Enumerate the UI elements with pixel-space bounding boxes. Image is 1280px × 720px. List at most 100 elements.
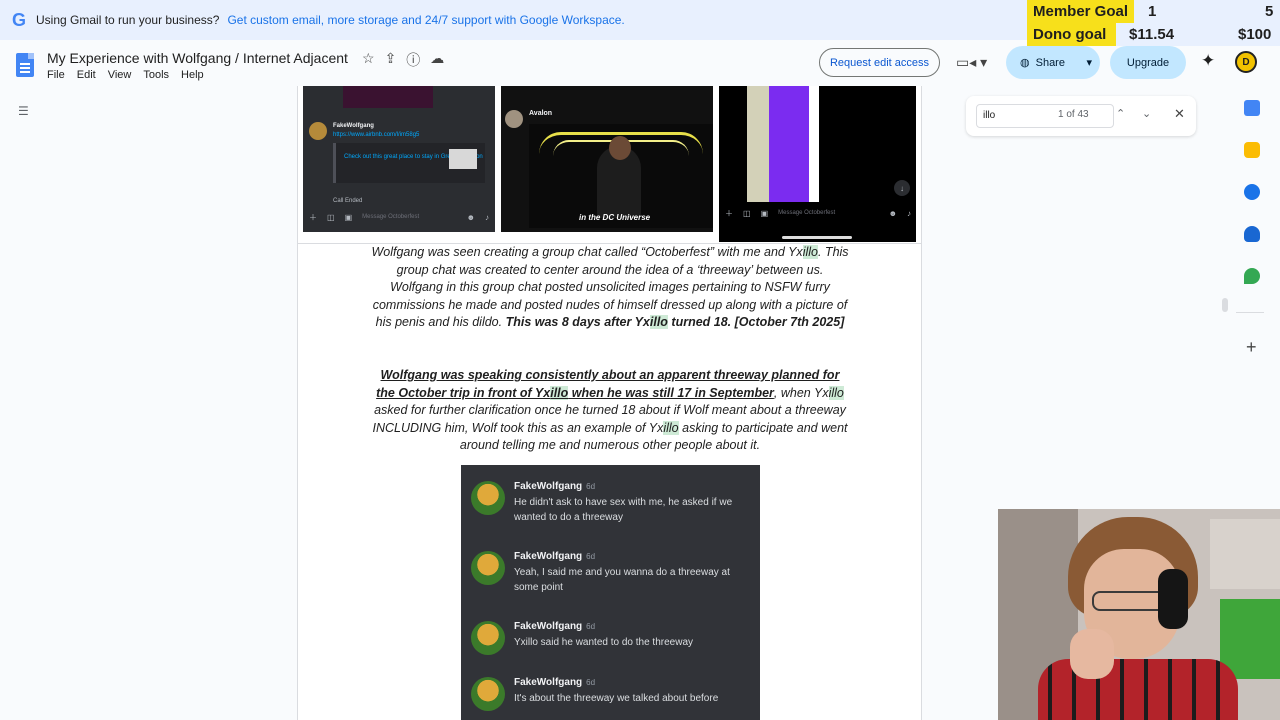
find-match-count: 1 of 43 (1058, 109, 1089, 120)
gift-icon: ▣ (344, 212, 353, 222)
embedded-screenshot-video: Avalon in the DC Universe (501, 86, 713, 232)
side-panel-divider (1236, 312, 1264, 313)
search-highlight: illo (663, 420, 679, 435)
google-g-icon: G (12, 9, 27, 30)
title-action-icons: ☆ ⇪ ⓘ ☁ (362, 50, 444, 70)
request-edit-access-button[interactable]: Request edit access (819, 48, 940, 77)
embedded-screenshot-phone: ↓ ＋ ◫ ▣ Message Octoberfest ☻ ♪ (719, 86, 916, 242)
video-embed: in the DC Universe (529, 124, 713, 228)
dono-goal-current: $11.54 (1129, 26, 1175, 43)
discord-link: https://www.airbnb.com/l/im58g5 (333, 132, 420, 138)
embedded-chat-screenshot: FakeWolfgang 6d He didn't ask to have sex… (461, 465, 760, 720)
share-label: Share (1035, 56, 1065, 69)
webcam-overlay (998, 509, 1280, 720)
message-avatar (471, 621, 505, 655)
message-time: 6d (586, 482, 596, 491)
message-text: Yeah, I said me and you wanna do a three… (514, 567, 730, 593)
phone-message-bar: ＋ ◫ ▣ Message Octoberfest ☻ ♪ (725, 206, 911, 220)
embed-thumbnail (449, 149, 477, 169)
search-highlight: illo (828, 385, 844, 400)
message-placeholder: Message Octoberfest (778, 210, 836, 216)
previous-match-icon[interactable]: ⌃ (1116, 107, 1125, 120)
tasks-icon[interactable] (1244, 184, 1260, 200)
message-avatar (471, 677, 505, 711)
message-avatar (471, 551, 505, 585)
emoji-icon: ☻ (888, 208, 897, 218)
maps-icon[interactable] (1244, 268, 1260, 284)
bold-text-run: turned 18. [October 7th 2025] (667, 315, 845, 329)
menu-view[interactable]: View (108, 69, 132, 81)
share-dropdown-icon[interactable]: ▾ (1086, 56, 1092, 69)
dono-goal-row: Dono goal $11.54 $100 (1027, 23, 1271, 46)
message-avatar (471, 481, 505, 515)
menu-help[interactable]: Help (181, 69, 204, 81)
video-person-head (609, 136, 631, 160)
docs-logo-icon[interactable] (16, 53, 34, 77)
gift-icon: ▣ (760, 208, 769, 218)
promo-link[interactable]: Get custom email, more storage and 24/7 … (227, 13, 624, 27)
search-highlight: illo (550, 385, 569, 400)
menu-file[interactable]: File (47, 69, 65, 81)
move-to-drive-icon[interactable]: ⇪ (385, 50, 397, 70)
message-time: 6d (586, 622, 596, 631)
mic-icon: ♪ (485, 212, 489, 222)
account-avatar[interactable]: D (1235, 51, 1257, 73)
close-icon[interactable]: ✕ (1174, 106, 1185, 122)
member-goal-row: Member Goal 1 5 (1027, 0, 1273, 23)
member-goal-current: 1 (1148, 3, 1157, 20)
avalon-avatar (505, 110, 523, 128)
contacts-icon[interactable] (1244, 226, 1260, 242)
dono-goal-label: Dono goal (1027, 23, 1117, 46)
document-title[interactable]: My Experience with Wolfgang / Internet A… (47, 50, 348, 66)
message-bar: ＋ ◫ ▣ Message Octoberfest ☻ ♪ (309, 210, 489, 224)
next-match-icon[interactable]: ⌄ (1142, 107, 1151, 120)
globe-icon: ◍ (1020, 57, 1030, 69)
document-page: FakeWolfgang https://www.airbnb.com/l/im… (297, 86, 922, 720)
keep-icon[interactable] (1244, 142, 1260, 158)
calendar-icon[interactable] (1244, 100, 1260, 116)
mic-icon: ♪ (907, 208, 911, 218)
meet-video-icon[interactable]: ▭◂ ▾ (956, 54, 987, 71)
message-author: FakeWolfgang 6d (514, 621, 596, 632)
message-text: It's about the threeway we talked about … (514, 693, 719, 704)
plus-icon: ＋ (725, 208, 733, 218)
message-author: FakeWolfgang 6d (514, 677, 596, 688)
message-placeholder: Message Octoberfest (362, 214, 420, 220)
message-text: He didn't ask to have sex with me, he as… (514, 497, 733, 523)
discord-username: FakeWolfgang (333, 123, 374, 129)
paragraph-octoberfest[interactable]: Wolfgang was seen creating a group chat … (370, 244, 850, 332)
link-embed-card: Check out this great place to stay in Gr… (333, 143, 485, 183)
text-run: , when Yx (773, 385, 829, 400)
upgrade-button[interactable]: Upgrade (1110, 46, 1186, 79)
star-icon[interactable]: ☆ (362, 50, 375, 70)
gemini-sparkle-icon[interactable]: ✦ (1201, 51, 1215, 71)
webcam-background-shelf (1210, 519, 1280, 589)
image-strip-white (809, 86, 819, 202)
message-time: 6d (586, 678, 596, 687)
menu-tools[interactable]: Tools (143, 69, 169, 81)
text-run: Wolfgang was seen creating a group chat … (371, 245, 803, 259)
find-input[interactable]: illo (976, 104, 1114, 128)
member-goal-target: 5 (1265, 3, 1274, 20)
scrollbar-thumb[interactable] (1222, 298, 1228, 312)
document-outline-icon[interactable]: ☰ (18, 104, 29, 118)
cloud-status-icon[interactable]: ☁ (430, 50, 444, 70)
bold-text-run: This was 8 days after Yx (505, 315, 650, 329)
share-button[interactable]: ◍ Share ▾ (1006, 46, 1100, 79)
phone-home-indicator (782, 236, 852, 239)
menu-bar: File Edit View Tools Help (47, 69, 204, 81)
stream-goals-overlay: Member Goal 1 5 Dono goal $11.54 $100 (1027, 0, 1280, 46)
webcam-flannel-shirt (1038, 659, 1238, 720)
search-highlight: illo (649, 315, 668, 329)
add-addon-icon[interactable]: + (1246, 337, 1257, 358)
menu-edit[interactable]: Edit (77, 69, 96, 81)
screenshot-top-crop (343, 86, 433, 108)
message-author: FakeWolfgang 6d (514, 551, 596, 562)
info-icon[interactable]: ⓘ (406, 50, 420, 70)
paragraph-threeway[interactable]: Wolfgang was speaking consistently about… (370, 367, 850, 455)
call-ended-text: Call Ended (333, 198, 363, 204)
video-caption: in the DC Universe (579, 213, 651, 222)
message-text: Yxillo said he wanted to do the threeway (514, 637, 693, 648)
member-goal-label: Member Goal (1027, 0, 1135, 23)
discord-avatar (309, 122, 327, 140)
